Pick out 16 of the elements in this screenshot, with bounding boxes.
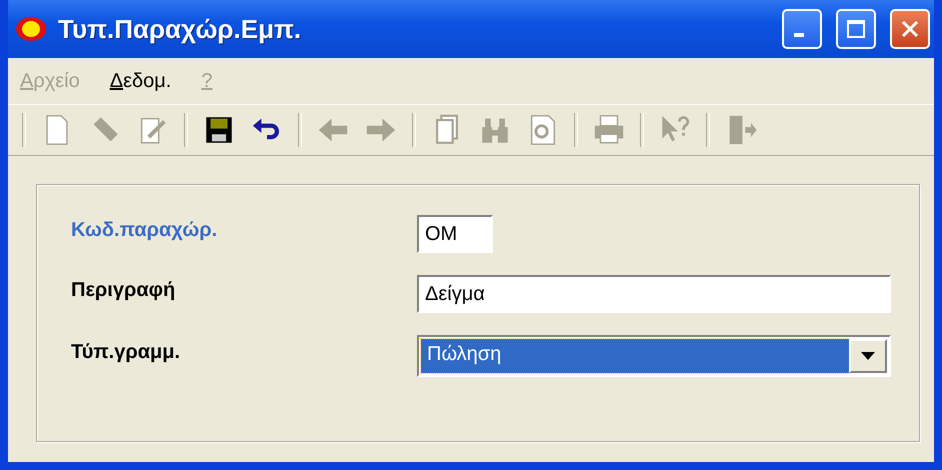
close-button[interactable] bbox=[890, 9, 930, 49]
field-label: Κωδ.παραχώρ. bbox=[71, 218, 218, 242]
app-logo-icon bbox=[14, 14, 48, 44]
close-icon bbox=[899, 18, 921, 40]
dropdown-arrow-icon bbox=[861, 352, 875, 360]
field-label: Τύπ.γραμμ. bbox=[71, 340, 182, 364]
input-field[interactable]: ΟΜ bbox=[417, 215, 493, 253]
minimize-button[interactable] bbox=[782, 9, 822, 49]
maximize-icon bbox=[846, 19, 866, 39]
type-dropdown[interactable]: Πώληση bbox=[417, 335, 891, 377]
menu-item[interactable]: Δεδομ. bbox=[110, 70, 172, 92]
maximize-button[interactable] bbox=[836, 9, 876, 49]
input-field[interactable]: Δείγμα bbox=[417, 275, 891, 313]
minimize-icon bbox=[794, 33, 804, 37]
window-title: Τυπ.Παραχώρ.Εμπ. bbox=[58, 14, 302, 44]
field-label: Περιγραφή bbox=[71, 278, 176, 302]
